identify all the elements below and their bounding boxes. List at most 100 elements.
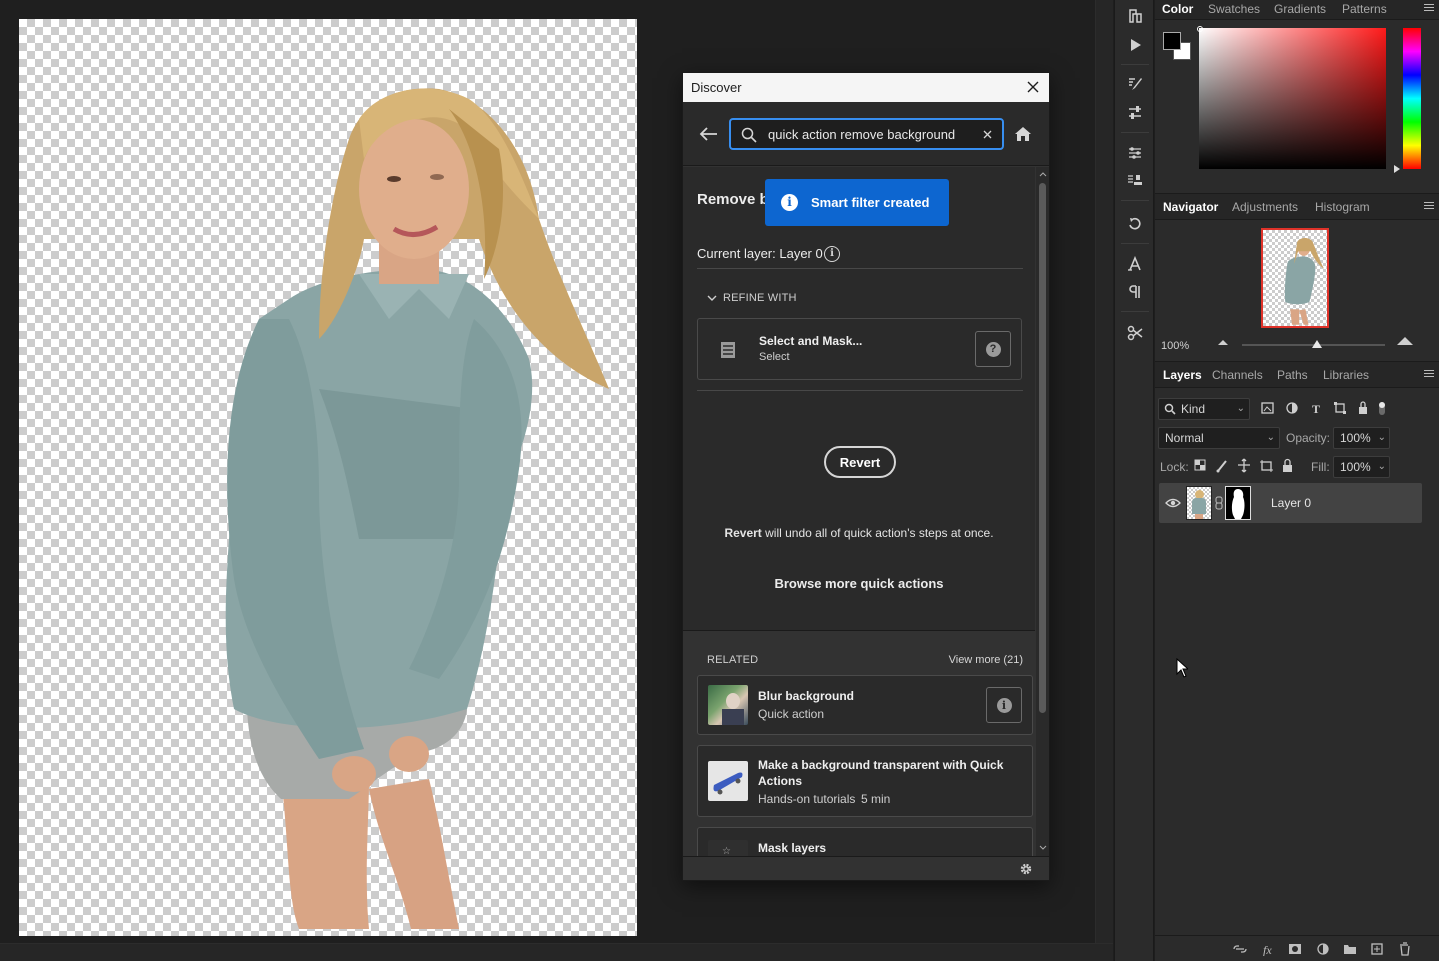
adjustments-sliders-icon[interactable] [1123,141,1147,165]
layer-filter-select[interactable]: Kind ⌄ [1158,398,1250,420]
lock-icons[interactable] [1194,458,1298,474]
blur-background-thumbnail [708,685,748,725]
opacity-label: Opacity: [1286,431,1331,445]
help-button[interactable]: ? [975,331,1011,367]
gear-icon[interactable] [1019,862,1033,876]
actions-play-icon[interactable] [1123,33,1147,57]
quick-action-title: Remove b [697,191,769,208]
color-picker-field[interactable] [1199,28,1386,169]
related-heading: RELATED [707,654,759,666]
help-icon: ? [985,341,1001,357]
refine-with-toggle[interactable]: REFINE WITH [707,292,797,304]
tab-histogram[interactable]: Histogram [1315,194,1370,220]
info-button[interactable]: i [986,687,1022,723]
discover-dialog: Discover quick action remove background … [682,72,1050,881]
navigator-zoom-value[interactable]: 100% [1161,340,1189,352]
blend-mode-select[interactable]: Normal ⌄ [1158,427,1280,449]
layer-mask-thumbnail[interactable] [1225,486,1251,520]
tools-scissors-icon[interactable] [1123,321,1147,345]
info-icon[interactable]: i [824,246,840,262]
foreground-color-swatch[interactable] [1163,32,1181,50]
svg-text:fx: fx [1263,943,1272,956]
chevron-down-icon[interactable]: ⌄ [1378,457,1386,477]
revert-note-text: will undo all of quick action's steps at… [761,526,994,540]
woman-cutout-image [225,88,609,929]
zoom-slider-handle[interactable] [1312,340,1322,348]
character-icon[interactable] [1123,252,1147,276]
chevron-down-icon[interactable] [1039,845,1047,851]
navigator-panel: Navigator Adjustments Histogram 100% [1155,193,1439,359]
layers-footer-icons[interactable]: fx [1233,942,1423,957]
tab-color[interactable]: Color [1162,0,1193,22]
history-icon[interactable] [1123,4,1147,28]
panel-menu-icon[interactable] [1423,368,1435,380]
brush-settings-icon[interactable] [1123,72,1147,96]
related-item[interactable]: Make a background transparent with Quick… [697,745,1033,817]
lock-label: Lock: [1160,460,1189,474]
chevron-down-icon[interactable]: ⌄ [1378,428,1386,448]
select-and-mask-icon [721,342,735,358]
canvas-horizontal-scrollbar[interactable] [0,943,1113,961]
chevron-up-icon[interactable] [1039,171,1047,177]
related-item[interactable]: ☆ Mask layers [697,827,1033,857]
refine-with-heading: REFINE WITH [723,292,797,304]
navigator-zoom-slider[interactable] [1242,340,1385,348]
layers-footer: fx [1155,935,1439,961]
close-icon[interactable] [1023,77,1043,97]
rotate-view-icon[interactable] [1123,212,1147,236]
hue-slider[interactable] [1403,28,1421,169]
panel-menu-icon[interactable] [1423,200,1435,212]
tab-adjustments[interactable]: Adjustments [1232,194,1298,220]
search-input-value[interactable]: quick action remove background [768,127,955,142]
right-panels: Color Swatches Gradients Patterns Naviga… [1155,0,1439,961]
chevron-down-icon: ⌄ [1236,403,1245,414]
tab-swatches[interactable]: Swatches [1208,0,1260,22]
toast-message: Smart filter created [811,195,930,210]
revert-button[interactable]: Revert [824,446,896,478]
related-item[interactable]: Blur background Quick action i [697,675,1033,735]
info-icon: i [996,697,1012,713]
browse-more-link[interactable]: Browse more quick actions [683,576,1035,591]
related-section: RELATED View more (21) Blur background Q… [683,630,1035,857]
select-and-mask-card[interactable]: Select and Mask... Select ? [697,318,1022,380]
eye-icon[interactable] [1165,498,1181,508]
layer-mask-link-icon[interactable] [1215,496,1223,510]
clone-source-icon[interactable] [1123,169,1147,193]
tool-presets-icon[interactable] [1123,101,1147,125]
zoom-out-icon[interactable] [1218,340,1228,345]
related-item-title: Make a background transparent with Quick… [758,758,1004,788]
tab-navigator[interactable]: Navigator [1163,194,1218,220]
color-panel: Color Swatches Gradients Patterns [1155,0,1439,190]
fill-input[interactable]: 100% ⌄ [1333,456,1390,478]
skateboard-thumbnail [708,761,748,801]
layer-row[interactable]: Layer 0 [1159,483,1422,523]
view-more-link[interactable]: View more (21) [949,654,1023,666]
tab-layers[interactable]: Layers [1163,362,1202,388]
search-icon [1164,403,1176,415]
discover-scrollbar[interactable] [1036,167,1049,857]
discover-titlebar[interactable]: Discover [683,73,1049,102]
tab-channels[interactable]: Channels [1212,362,1263,388]
chevron-down-icon: ⌄ [1266,432,1275,443]
back-arrow-icon[interactable] [698,126,718,145]
canvas-vertical-scrollbar[interactable] [1095,0,1113,943]
clear-search-icon[interactable] [983,130,992,139]
fill-label: Fill: [1311,460,1330,474]
tab-libraries[interactable]: Libraries [1323,362,1369,388]
tab-gradients[interactable]: Gradients [1274,0,1326,22]
scrollbar-thumb[interactable] [1039,183,1046,713]
opacity-input[interactable]: 100% ⌄ [1333,427,1390,449]
layer-filter-value: Kind [1181,402,1206,416]
zoom-in-icon[interactable] [1397,337,1413,345]
search-input[interactable]: quick action remove background [729,118,1004,150]
navigator-thumbnail[interactable] [1261,228,1329,328]
tab-paths[interactable]: Paths [1277,362,1308,388]
panel-menu-icon[interactable] [1423,2,1435,14]
layer-name[interactable]: Layer 0 [1271,496,1311,510]
mouse-cursor-icon [1176,657,1190,681]
document-canvas[interactable] [19,19,637,936]
layer-thumbnail[interactable] [1186,486,1212,520]
home-icon[interactable] [1014,126,1032,145]
paragraph-icon[interactable] [1123,280,1147,304]
tab-patterns[interactable]: Patterns [1342,0,1387,22]
